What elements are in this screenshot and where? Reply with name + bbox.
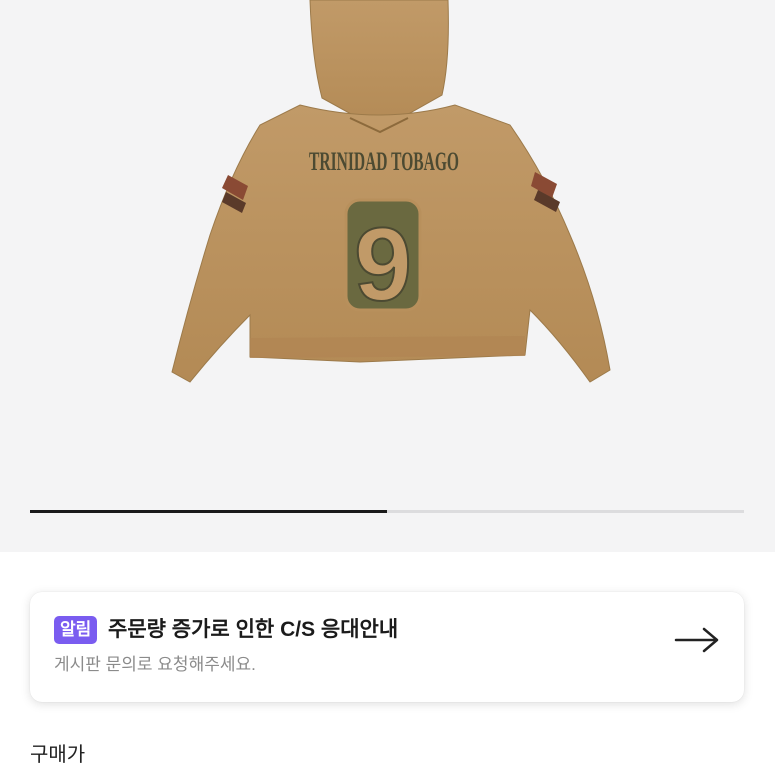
print-text: TRINIDAD TOBAGO (309, 147, 459, 176)
image-progress-fill (30, 510, 387, 513)
notice-subtitle: 게시판 문의로 요청해주세요. (54, 655, 256, 674)
product-image-gallery[interactable]: TRINIDAD TOBAGO 9 (0, 0, 775, 552)
cs-notice-card[interactable]: 알림 주문량 증가로 인한 C/S 응대안내 게시판 문의로 요청해주세요. (30, 592, 744, 702)
print-number: 9 (354, 207, 412, 323)
image-progress-bar (30, 510, 744, 513)
notice-title: 주문량 증가로 인한 C/S 응대안내 (108, 618, 399, 641)
purchase-price-label: 구매가 (30, 744, 86, 766)
notice-badge: 알림 (54, 616, 98, 644)
arrow-right-icon[interactable] (674, 627, 720, 653)
product-image[interactable]: TRINIDAD TOBAGO 9 (150, 0, 630, 400)
